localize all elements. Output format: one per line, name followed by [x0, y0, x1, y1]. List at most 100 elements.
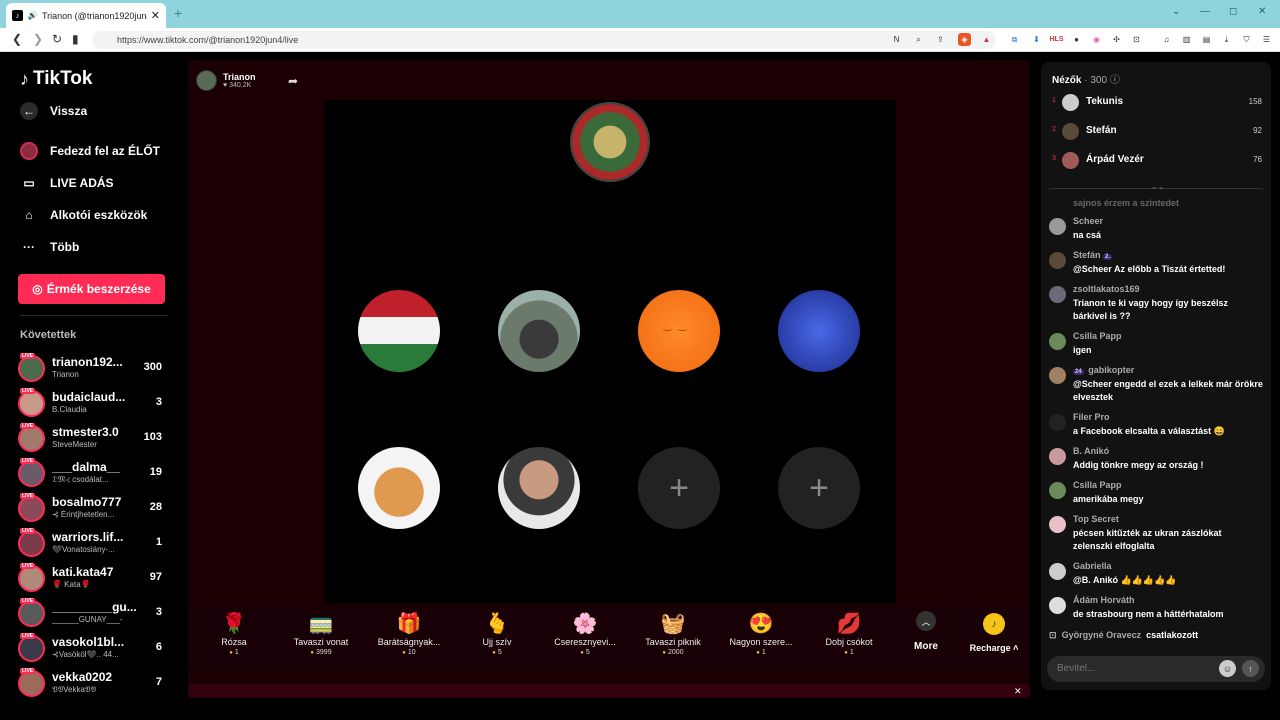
- extension-record-icon[interactable]: ●: [1070, 33, 1083, 46]
- join-user[interactable]: Györgyné Oravecz: [1062, 630, 1142, 640]
- bookmark-icon[interactable]: ▮: [72, 32, 79, 46]
- avatar[interactable]: [1049, 482, 1066, 499]
- nav-explore-live[interactable]: Fedezd fel az ÉLŐT: [20, 142, 160, 160]
- guest-seat-4[interactable]: [778, 290, 860, 372]
- following-item[interactable]: LIVE kati.kata47 🌹 Kata🌹 97: [18, 563, 166, 595]
- tiktok-logo[interactable]: ♪ TikTok: [20, 68, 92, 90]
- top-viewer-row[interactable]: 3 Árpád Vezér 76: [1052, 150, 1262, 170]
- following-item[interactable]: LIVE warriors.lif... 🖤Vonatoslány-... 1: [18, 528, 166, 560]
- message-user[interactable]: Stefán: [1073, 250, 1101, 260]
- media-control-icon[interactable]: ♫: [1160, 33, 1173, 46]
- following-item[interactable]: LIVE stmester3.0 SteveMester 103: [18, 423, 166, 455]
- more-gifts-button[interactable]: ︿ More: [906, 611, 946, 652]
- tab-search-button[interactable]: ⌄: [1172, 6, 1180, 17]
- following-item[interactable]: LIVE budaiclaud... B.Claudia 3: [18, 388, 166, 420]
- following-item[interactable]: LIVE trianon192... Trianon 300: [18, 353, 166, 385]
- gift-item[interactable]: 🫰 Ujj szív 5: [457, 611, 537, 656]
- get-coins-button[interactable]: ◎ Érmék beszerzése: [18, 274, 165, 304]
- guest-seat-2[interactable]: [498, 290, 580, 372]
- maximize-button[interactable]: ◻: [1229, 6, 1237, 17]
- share-page-icon[interactable]: ⇪: [934, 33, 947, 46]
- message-user[interactable]: Csilla Papp: [1073, 331, 1122, 341]
- new-tab-button[interactable]: +: [174, 5, 182, 21]
- message-user[interactable]: Top Secret: [1073, 514, 1119, 524]
- extension-translate-icon[interactable]: ⧉: [1008, 33, 1021, 46]
- following-item[interactable]: LIVE _________gu... ______GUNAY___- 3: [18, 598, 166, 630]
- guest-seat-5[interactable]: [358, 447, 440, 529]
- sidebar-toggle-icon[interactable]: ▥: [1180, 33, 1193, 46]
- share-icon[interactable]: ➦: [288, 74, 298, 88]
- avatar[interactable]: [1049, 414, 1066, 431]
- empty-seat-plus-icon[interactable]: +: [638, 447, 720, 529]
- back-link[interactable]: ← Vissza: [20, 102, 87, 120]
- message-user[interactable]: B. Anikó: [1073, 446, 1109, 456]
- gift-item[interactable]: 💋 Dobj csókot 1: [809, 611, 889, 656]
- following-item[interactable]: LIVE vasokol1bl... ⊰Vasököl🖤.. 44... 6: [18, 633, 166, 665]
- host-info[interactable]: Trianon ♥ 340.2K: [196, 70, 256, 91]
- browser-tab[interactable]: ♪ 🔊 Trianon (@trianon1920jun4) ✕: [6, 3, 166, 28]
- avatar[interactable]: [1049, 597, 1066, 614]
- help-icon[interactable]: ⓘ: [1110, 75, 1120, 86]
- gift-item[interactable]: 😍 Nagyon szere... 1: [721, 611, 801, 656]
- gift-item[interactable]: 🚃 Tavaszi vonat 3999: [281, 611, 361, 656]
- message-user[interactable]: gabikopter: [1088, 365, 1134, 375]
- empty-seat-plus-icon[interactable]: +: [778, 447, 860, 529]
- extension-hls-icon[interactable]: HLS: [1050, 33, 1064, 46]
- menu-icon[interactable]: ☰: [1260, 33, 1273, 46]
- following-item[interactable]: LIVE bosalmo777 ⊰ Érintjhetetlen... 28: [18, 493, 166, 525]
- extensions-puzzle-icon[interactable]: ✣: [1110, 33, 1123, 46]
- extension-save-icon[interactable]: ⬇: [1030, 33, 1043, 46]
- reload-icon[interactable]: ↻: [52, 32, 62, 46]
- download-icon[interactable]: ⤓: [1220, 33, 1233, 46]
- guest-seat-6[interactable]: [498, 447, 580, 529]
- gift-item[interactable]: 🧺 Tavaszi piknik 2000: [633, 611, 713, 656]
- avatar[interactable]: [1049, 367, 1066, 384]
- following-item[interactable]: LIVE vekka0202 𝔙𝔙Vekka𝔙𝔙 7: [18, 668, 166, 700]
- close-window-button[interactable]: ✕: [1258, 6, 1266, 17]
- extension-screenshot-icon[interactable]: ⊡: [1130, 33, 1143, 46]
- gift-item[interactable]: 🌹 Rózsa 1: [194, 611, 274, 656]
- top-viewer-row[interactable]: 2 Stefán 92: [1052, 121, 1262, 141]
- message-user[interactable]: Scheer: [1073, 216, 1103, 226]
- close-tab-icon[interactable]: ✕: [151, 9, 160, 22]
- avatar[interactable]: [1049, 218, 1066, 235]
- gift-item[interactable]: 🌸 Cseresznyevi... 5: [545, 611, 625, 656]
- avatar[interactable]: [1049, 448, 1066, 465]
- avatar[interactable]: [1049, 516, 1066, 533]
- message-user[interactable]: Ádám Horváth: [1073, 595, 1135, 605]
- translate-icon[interactable]: N: [890, 33, 903, 46]
- forward-arrow-icon[interactable]: ❯: [33, 32, 43, 46]
- avatar[interactable]: [1049, 333, 1066, 350]
- avatar[interactable]: [1049, 286, 1066, 303]
- close-icon[interactable]: ✕: [1014, 686, 1022, 697]
- nav-creator-tools[interactable]: ⌂ Alkotói eszközök: [20, 206, 147, 224]
- nav-go-live[interactable]: ▭ LIVE ADÁS: [20, 174, 113, 192]
- rewards-icon[interactable]: ▲: [980, 33, 993, 46]
- message-user[interactable]: zsoltlakatos169: [1073, 284, 1140, 294]
- back-arrow-icon[interactable]: ❮: [12, 32, 22, 46]
- vpn-icon[interactable]: ⛉: [1240, 33, 1253, 46]
- send-arrow-icon[interactable]: ↑: [1242, 660, 1259, 677]
- zoom-icon[interactable]: ⌕: [912, 33, 925, 46]
- live-badge: LIVE: [20, 423, 36, 429]
- chevron-down-icon[interactable]: ⌄⌄: [1151, 182, 1164, 191]
- minimize-button[interactable]: —: [1200, 6, 1210, 17]
- gift-item[interactable]: 🎁 Barátságnyak... 10: [369, 611, 449, 656]
- following-item[interactable]: LIVE ___dalma__ 𝔇𝔐⊰ csodálat... 19: [18, 458, 166, 490]
- url-field[interactable]: https://www.tiktok.com/@trianon1920jun4/…: [92, 31, 996, 49]
- speaker-icon[interactable]: 🔊: [27, 10, 38, 21]
- guest-seat-1[interactable]: [358, 290, 440, 372]
- avatar[interactable]: [1049, 252, 1066, 269]
- message-user[interactable]: Gabriella: [1073, 561, 1112, 571]
- message-user[interactable]: Filer Pro: [1073, 412, 1110, 422]
- top-viewer-row[interactable]: 1 Tekunis 158: [1052, 92, 1262, 112]
- nav-more[interactable]: ··· Több: [20, 238, 79, 256]
- recharge-button[interactable]: ♪ Recharge ˄: [962, 605, 1026, 668]
- message-user[interactable]: Csilla Papp: [1073, 480, 1122, 490]
- guest-seat-3[interactable]: ‿‿: [638, 290, 720, 372]
- avatar[interactable]: [1049, 563, 1066, 580]
- extension-color-icon[interactable]: ◉: [1090, 33, 1103, 46]
- emoji-icon[interactable]: ☺: [1219, 660, 1236, 677]
- wallet-icon[interactable]: ▤: [1200, 33, 1213, 46]
- brave-shield-icon[interactable]: ◈: [958, 33, 971, 46]
